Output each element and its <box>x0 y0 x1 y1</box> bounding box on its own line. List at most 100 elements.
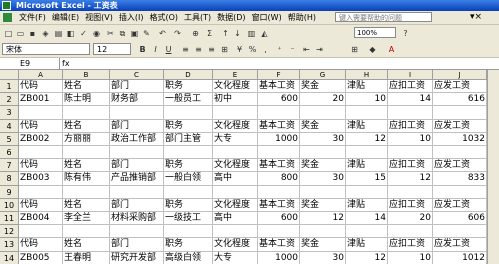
cell[interactable]: 文化程度 <box>213 238 258 252</box>
menu-item[interactable]: 格式(O) <box>146 11 181 24</box>
cell[interactable]: 1032 <box>433 132 487 146</box>
increase-indent-icon[interactable]: ⇥ <box>314 44 325 55</box>
row-header[interactable]: 14 <box>0 251 19 264</box>
column-header[interactable]: E <box>213 70 258 80</box>
cell[interactable]: 陈士明 <box>63 93 110 107</box>
cell[interactable]: 大专 <box>213 132 258 146</box>
row-header[interactable]: 7 <box>0 159 19 173</box>
cell[interactable] <box>213 185 258 199</box>
workbook-icon[interactable] <box>3 13 12 22</box>
new-icon[interactable]: □ <box>3 28 14 39</box>
decrease-indent-icon[interactable]: ⇤ <box>301 44 312 55</box>
column-header[interactable]: C <box>110 70 164 80</box>
cell[interactable]: 方丽丽 <box>63 132 110 146</box>
menu-item[interactable]: 帮助(H) <box>285 11 319 24</box>
menu-item[interactable]: 文件(F) <box>16 11 49 24</box>
row-header[interactable]: 12 <box>0 225 19 239</box>
drawing-icon[interactable]: ◭ <box>259 28 270 39</box>
cell[interactable]: 基本工资 <box>258 159 300 173</box>
undo-icon[interactable]: ↶ <box>157 28 168 39</box>
cell[interactable]: 应发工资 <box>433 198 487 212</box>
cell[interactable] <box>300 225 346 239</box>
cell[interactable]: 616 <box>433 93 487 107</box>
fx-icon[interactable]: fx <box>62 58 70 69</box>
cell[interactable] <box>213 225 258 239</box>
cell[interactable]: 应扣工资 <box>388 159 433 173</box>
cell[interactable]: 30 <box>300 132 346 146</box>
cell[interactable] <box>63 106 110 120</box>
font-color-icon[interactable]: A <box>386 44 397 55</box>
cell[interactable]: 文化程度 <box>213 80 258 94</box>
print-icon[interactable]: ▤ <box>53 28 64 39</box>
cell[interactable]: 代码 <box>19 238 63 252</box>
cell[interactable]: 12 <box>388 172 433 186</box>
sort-ascending-icon[interactable]: ↑ <box>220 28 231 39</box>
row-header[interactable]: 1 <box>0 80 19 94</box>
cell[interactable]: 部门 <box>110 198 164 212</box>
cell[interactable]: 833 <box>433 172 487 186</box>
cell[interactable]: 600 <box>258 93 300 107</box>
row-header[interactable]: 11 <box>0 212 19 226</box>
cell[interactable] <box>346 106 388 120</box>
zoom-select[interactable]: 100% <box>354 27 396 38</box>
hyperlink-icon[interactable]: ⊕ <box>190 28 201 39</box>
cell[interactable]: 津贴 <box>346 198 388 212</box>
cell[interactable] <box>300 185 346 199</box>
font-size-select[interactable]: 12 <box>93 43 131 55</box>
underline-icon[interactable]: U <box>163 44 174 55</box>
column-header[interactable]: I <box>388 70 433 80</box>
comma-style-icon[interactable]: , <box>260 44 271 55</box>
column-header[interactable]: F <box>258 70 300 80</box>
save-icon[interactable]: ▪ <box>27 28 38 39</box>
cell[interactable]: 20 <box>388 212 433 226</box>
cell[interactable]: ZB005 <box>19 251 63 264</box>
row-header[interactable]: 2 <box>0 93 19 107</box>
cell[interactable] <box>300 146 346 160</box>
format-painter-icon[interactable]: ✎ <box>141 28 152 39</box>
cell[interactable]: 姓名 <box>63 80 110 94</box>
cell[interactable]: 代码 <box>19 159 63 173</box>
cell[interactable]: 姓名 <box>63 198 110 212</box>
cell[interactable] <box>258 106 300 120</box>
cell[interactable]: 一级技工 <box>164 212 213 226</box>
cell[interactable]: 30 <box>300 172 346 186</box>
cell[interactable]: 应扣工资 <box>388 80 433 94</box>
cell[interactable]: 奖金 <box>300 238 346 252</box>
cell[interactable] <box>110 146 164 160</box>
cell[interactable]: 职务 <box>164 198 213 212</box>
cell[interactable]: 政治工作部 <box>110 132 164 146</box>
percent-icon[interactable]: % <box>247 44 258 55</box>
cell[interactable]: 高中 <box>213 212 258 226</box>
cell[interactable]: 606 <box>433 212 487 226</box>
cell[interactable]: 1000 <box>258 132 300 146</box>
cell[interactable] <box>433 106 487 120</box>
row-header[interactable]: 10 <box>0 198 19 212</box>
cell[interactable]: 财务部 <box>110 93 164 107</box>
column-header[interactable]: G <box>300 70 346 80</box>
open-icon[interactable]: ▭ <box>15 28 26 39</box>
cell[interactable]: 文化程度 <box>213 119 258 133</box>
cell[interactable]: 15 <box>346 172 388 186</box>
cell[interactable] <box>433 146 487 160</box>
cell[interactable] <box>164 225 213 239</box>
cell[interactable] <box>110 106 164 120</box>
cell[interactable]: 部门 <box>110 159 164 173</box>
cell[interactable]: 职务 <box>164 80 213 94</box>
cell[interactable]: 津贴 <box>346 80 388 94</box>
cell[interactable]: 代码 <box>19 119 63 133</box>
menu-item[interactable]: 数据(D) <box>214 11 248 24</box>
cell[interactable]: 材料采购部 <box>110 212 164 226</box>
cell[interactable] <box>258 146 300 160</box>
help-search-input[interactable]: 键入需要帮助的问题 <box>335 12 432 22</box>
cell[interactable] <box>388 225 433 239</box>
cell[interactable] <box>258 185 300 199</box>
cell[interactable] <box>258 225 300 239</box>
row-header[interactable]: 13 <box>0 238 19 252</box>
fill-color-icon[interactable]: ◆ <box>367 44 378 55</box>
cell[interactable]: 20 <box>300 93 346 107</box>
cell[interactable]: 津贴 <box>346 238 388 252</box>
cell[interactable]: 初中 <box>213 93 258 107</box>
cell[interactable]: 14 <box>346 212 388 226</box>
cell[interactable]: 1012 <box>433 251 487 264</box>
cell[interactable]: 应发工资 <box>433 238 487 252</box>
